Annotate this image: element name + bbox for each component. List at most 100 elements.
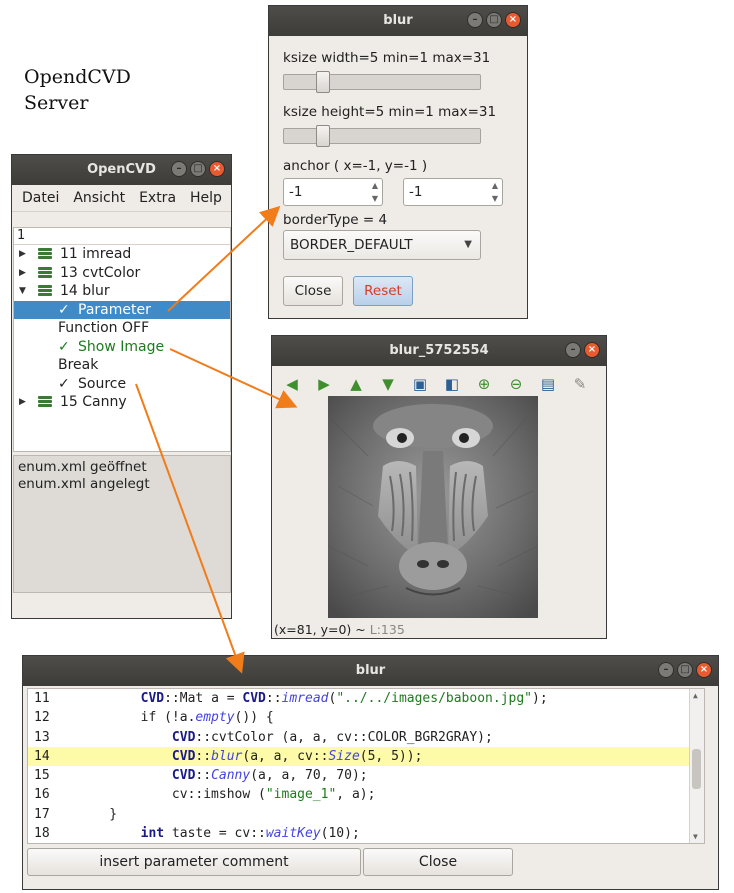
tree-row[interactable]: ▶ 13 cvtColor (14, 264, 230, 283)
tree-node-label: 13 cvtColor (60, 264, 141, 281)
function-stack-icon (38, 248, 52, 260)
image-window-titlebar[interactable]: blur_5752554 – × (272, 336, 606, 366)
zoom-out-icon[interactable]: ⊖ (504, 373, 528, 395)
spin-down-icon[interactable]: ▼ (490, 192, 500, 205)
ksize-width-label: ksize width=5 min=1 max=31 (283, 50, 491, 66)
scroll-up-icon[interactable]: ▲ (693, 691, 698, 700)
tree-row[interactable]: ✓ Parameter (14, 300, 230, 320)
insert-parameter-comment-button[interactable]: insert parameter comment (27, 848, 361, 876)
save-icon[interactable]: ▤ (536, 373, 560, 395)
border-type-select[interactable]: BORDER_DEFAULT ▼ (283, 230, 481, 260)
ksize-height-slider[interactable] (283, 125, 481, 147)
caption-line-1: OpendCVD (24, 66, 131, 88)
window-title: OpenCVD (87, 162, 156, 177)
code-line[interactable]: 16 cv::imshow ("image_1", a); (28, 785, 704, 804)
scrollbar-thumb[interactable] (692, 749, 701, 789)
close-icon[interactable]: × (696, 662, 712, 678)
code-text: CVD::blur(a, a, cv::Size(5, 5)); (78, 747, 422, 766)
close-icon[interactable]: × (584, 342, 600, 358)
collapsed-arrow-icon[interactable]: ▶ (19, 393, 26, 412)
tree-row[interactable]: ▶ 15 Canny (14, 393, 230, 412)
code-editor[interactable]: 11 CVD::Mat a = CVD::imread("../../image… (27, 688, 705, 844)
menu-datei[interactable]: Datei (22, 185, 59, 211)
function-tree[interactable]: 1 ▶ 11 imread ▶ 13 cvtColor ▼ 14 blur ✓ Paramet… (13, 227, 231, 452)
code-line[interactable]: 13 CVD::cvtColor (a, a, cv::COLOR_BGR2GR… (28, 728, 704, 747)
spin-up-icon[interactable]: ▲ (490, 179, 500, 192)
menu-extra[interactable]: Extra (139, 185, 176, 211)
tree-option-label: Parameter (78, 301, 151, 318)
collapsed-arrow-icon[interactable]: ▶ (19, 264, 26, 283)
code-token: waitKey (265, 826, 321, 842)
image-icon[interactable]: ▣ (408, 373, 432, 395)
code-line[interactable]: 14 CVD::blur(a, a, cv::Size(5, 5)); (28, 746, 704, 767)
code-line[interactable]: 15 CVD::Canny(a, a, 70, 70); (28, 766, 704, 785)
code-window-titlebar[interactable]: blur – □ × (23, 656, 718, 686)
toolbar-grip[interactable] (12, 211, 231, 220)
log-panel: enum.xml geöffnet enum.xml angelegt (13, 455, 231, 593)
ksize-width-slider[interactable] (283, 71, 481, 93)
minimize-icon[interactable]: – (565, 342, 581, 358)
slider-handle[interactable] (315, 71, 330, 93)
line-number: 13 (34, 729, 50, 745)
code-line[interactable]: 12 if (!a.empty()) { (28, 708, 704, 727)
main-window-titlebar[interactable]: OpenCVD – □ × (12, 155, 231, 185)
spin-up-icon[interactable]: ▲ (370, 179, 380, 192)
close-button[interactable]: Close (363, 848, 513, 876)
tree-row[interactable]: ▶ 11 imread (14, 245, 230, 264)
window-title: blur (355, 663, 386, 678)
expanded-arrow-icon[interactable]: ▼ (19, 282, 26, 301)
opencvd-main-window: OpenCVD – □ × Datei Ansicht Extra Help 1… (11, 154, 232, 619)
arrow-left-icon[interactable]: ◀ (280, 373, 304, 395)
caption-line-2: Server (24, 92, 89, 114)
tree-row[interactable]: ▼ 14 blur (14, 282, 230, 301)
scroll-down-icon[interactable]: ▼ (693, 832, 698, 841)
minimize-icon[interactable]: – (171, 161, 187, 177)
code-token: CVD (171, 748, 196, 764)
blur-window-titlebar[interactable]: blur – □ × (269, 6, 527, 36)
line-number: 12 (34, 710, 50, 726)
code-token: :: (195, 748, 212, 764)
arrow-up-icon[interactable]: ▲ (344, 373, 368, 395)
line-number: 17 (34, 806, 50, 822)
code-line[interactable]: 17 } (28, 805, 704, 824)
close-icon[interactable]: × (505, 12, 521, 28)
tree-row[interactable]: Break (14, 356, 230, 375)
code-line[interactable]: 11 CVD::Mat a = CVD::imread("../../image… (28, 689, 704, 708)
checkmark-icon[interactable]: ✓ (58, 301, 70, 320)
brush-icon[interactable]: ✎ (568, 373, 592, 395)
maximize-icon[interactable]: □ (486, 12, 502, 28)
tree-row[interactable]: Function OFF (14, 319, 230, 338)
arrow-right-icon[interactable]: ▶ (312, 373, 336, 395)
code-token: taste = cv:: (164, 826, 266, 842)
arrow-down-icon[interactable]: ▼ (376, 373, 400, 395)
close-icon[interactable]: × (209, 161, 225, 177)
code-token: blur (211, 748, 243, 764)
collapsed-arrow-icon[interactable]: ▶ (19, 245, 26, 264)
minimize-icon[interactable]: – (467, 12, 483, 28)
checkmark-icon[interactable]: ✓ (58, 338, 70, 357)
maximize-icon[interactable]: □ (677, 662, 693, 678)
zoom-fit-icon[interactable]: ◧ (440, 373, 464, 395)
minimize-icon[interactable]: – (658, 662, 674, 678)
menu-ansicht[interactable]: Ansicht (73, 185, 125, 211)
close-button[interactable]: Close (283, 276, 343, 306)
reset-button[interactable]: Reset (353, 276, 413, 306)
anchor-y-spinbox[interactable]: -1 ▲ ▼ (403, 178, 503, 206)
code-line[interactable]: 18 int taste = cv::waitKey(10); (28, 824, 704, 843)
anchor-x-spinbox[interactable]: -1 ▲ ▼ (283, 178, 383, 206)
spin-down-icon[interactable]: ▼ (370, 192, 380, 205)
code-token: int (140, 826, 165, 842)
tree-row[interactable]: ✓ Source (14, 375, 230, 394)
maximize-icon[interactable]: □ (190, 161, 206, 177)
tree-header: 1 (14, 228, 230, 245)
menu-help[interactable]: Help (190, 185, 222, 211)
checkmark-icon[interactable]: ✓ (58, 375, 70, 394)
code-scrollbar[interactable]: ▲ ▼ (689, 689, 704, 843)
code-token: imread (281, 691, 329, 706)
slider-handle[interactable] (315, 125, 330, 147)
tree-row[interactable]: ✓ Show Image (14, 338, 230, 357)
zoom-in-icon[interactable]: ⊕ (472, 373, 496, 395)
